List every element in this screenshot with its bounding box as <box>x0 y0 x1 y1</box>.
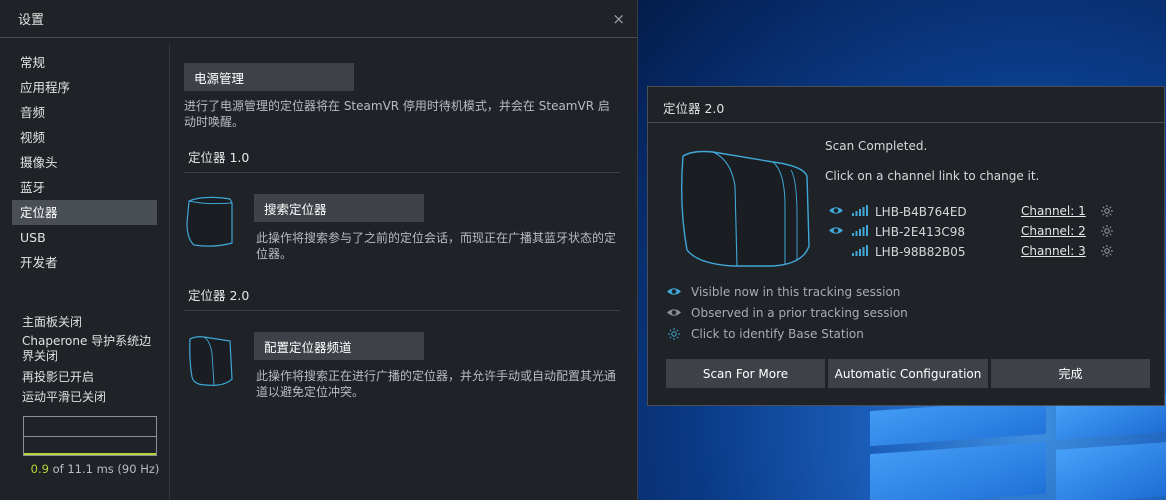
dialog-title: 定位器 2.0 <box>648 87 1164 123</box>
frame-time-budget: of 11.1 ms (90 Hz) <box>52 462 160 476</box>
status-summary: 主面板关闭 Chaperone 导护系统边界关闭 再投影已开启 运动平滑已关闭 <box>22 312 162 407</box>
channel-link[interactable]: Channel: 2 <box>1021 224 1086 238</box>
sidebar-item-audio[interactable]: 音频 <box>12 100 157 125</box>
chaperone-status: Chaperone 导护系统边界关闭 <box>22 334 152 363</box>
scan-for-more-button[interactable]: Scan For More <box>666 359 825 388</box>
close-icon[interactable]: × <box>612 10 625 28</box>
base-station-large-icon <box>680 150 810 267</box>
settings-window: 设置 × 常规 应用程序 音频 视频 摄像头 蓝牙 定位器 USB 开发者 主面… <box>0 0 638 500</box>
channel-link[interactable]: Channel: 3 <box>1021 244 1086 258</box>
station-name: LHB-B4B764ED <box>875 205 967 219</box>
section-v2-body: 配置定位器频道 此操作将搜索正在进行广播的定位器，并允许手动或自动配置其光通道以… <box>184 311 624 411</box>
reprojection-status: 再投影已开启 <box>22 370 95 384</box>
identify-icon <box>668 328 680 340</box>
sidebar-item-usb[interactable]: USB <box>12 225 157 250</box>
automatic-configuration-button[interactable]: Automatic Configuration <box>828 359 988 388</box>
configure-channels-description: 此操作将搜索正在进行广播的定位器，并允许手动或自动配置其光通道以避免定位冲突。 <box>256 369 617 399</box>
search-base-stations-description: 此操作将搜索参与了之前的定位会话，而现正在广播其蓝牙状态的定位器。 <box>256 231 617 261</box>
search-base-stations-button[interactable]: 搜索定位器 <box>254 194 424 222</box>
channel-hint: Click on a channel link to change it. <box>825 169 1040 183</box>
eye-bright-icon <box>829 207 843 214</box>
eye-bright-icon <box>667 288 681 295</box>
configure-channels-button[interactable]: 配置定位器频道 <box>254 332 424 360</box>
frame-timing-graph <box>23 416 157 456</box>
graph-midline <box>24 436 156 437</box>
sidebar-item-base-stations[interactable]: 定位器 <box>12 200 157 225</box>
frame-time-value: 0.9 <box>30 462 49 476</box>
graph-frame-line <box>24 453 156 455</box>
station-name: LHB-98B82B05 <box>875 245 966 259</box>
done-button[interactable]: 完成 <box>991 359 1150 388</box>
station-row: LHB-2E413C98 Channel: 2 <box>828 222 1118 242</box>
frame-timing-text: 0.9 of 11.1 ms (90 Hz) <box>0 462 190 476</box>
legend-row: Observed in a prior tracking session <box>666 305 966 323</box>
signal-strength-icon <box>852 225 868 236</box>
sidebar-item-general[interactable]: 常规 <box>12 50 157 75</box>
base-station-2-icon <box>189 336 233 386</box>
sidebar-item-applications[interactable]: 应用程序 <box>12 75 157 100</box>
base-station-2-dialog: 定位器 2.0 Scan Completed. Click on a chann… <box>647 86 1165 406</box>
signal-strength-icon <box>852 245 868 256</box>
scan-status: Scan Completed. <box>825 139 928 153</box>
power-management-description: 进行了电源管理的定位器将在 SteamVR 停用时待机模式，并会在 SteamV… <box>184 99 610 129</box>
legend-row: Click to identify Base Station <box>666 326 966 344</box>
windows-logo-pane <box>870 441 1046 500</box>
sidebar-item-developer[interactable]: 开发者 <box>12 250 157 275</box>
legend-text: Visible now in this tracking session <box>691 285 901 299</box>
channel-link[interactable]: Channel: 1 <box>1021 204 1086 218</box>
legend-row: Visible now in this tracking session <box>666 284 966 302</box>
sidebar-item-video[interactable]: 视频 <box>12 125 157 150</box>
identify-icon[interactable] <box>1101 245 1113 257</box>
windows-logo-pane <box>1056 442 1166 500</box>
identify-icon[interactable] <box>1101 205 1113 217</box>
dashboard-status: 主面板关闭 <box>22 315 83 329</box>
eye-dim-icon <box>667 309 681 316</box>
base-station-1-icon <box>186 196 233 247</box>
station-row: LHB-B4B764ED Channel: 1 <box>828 202 1118 222</box>
section-v1-body: 搜索定位器 此操作将搜索参与了之前的定位会话，而现正在广播其蓝牙状态的定位器。 <box>184 173 624 273</box>
identify-icon[interactable] <box>1101 225 1113 237</box>
power-management-button[interactable]: 电源管理 <box>184 63 354 91</box>
sidebar-item-bluetooth[interactable]: 蓝牙 <box>12 175 157 200</box>
section-header-v2: 定位器 2.0 <box>184 285 620 311</box>
base-station-settings: 电源管理 进行了电源管理的定位器将在 SteamVR 停用时待机模式，并会在 S… <box>184 44 624 411</box>
legend-text: Click to identify Base Station <box>691 327 864 341</box>
eye-bright-icon <box>829 227 843 234</box>
section-header-v1: 定位器 1.0 <box>184 147 620 173</box>
station-name: LHB-2E413C98 <box>875 225 966 239</box>
motion-smoothing-status: 运动平滑已关闭 <box>22 390 107 404</box>
station-row: LHB-98B82B05 Channel: 3 <box>828 242 1118 262</box>
legend-text: Observed in a prior tracking session <box>691 306 908 320</box>
sidebar-item-camera[interactable]: 摄像头 <box>12 150 157 175</box>
settings-titlebar: 设置 × <box>0 0 637 38</box>
window-title: 设置 <box>18 13 45 28</box>
signal-strength-icon <box>852 205 868 216</box>
